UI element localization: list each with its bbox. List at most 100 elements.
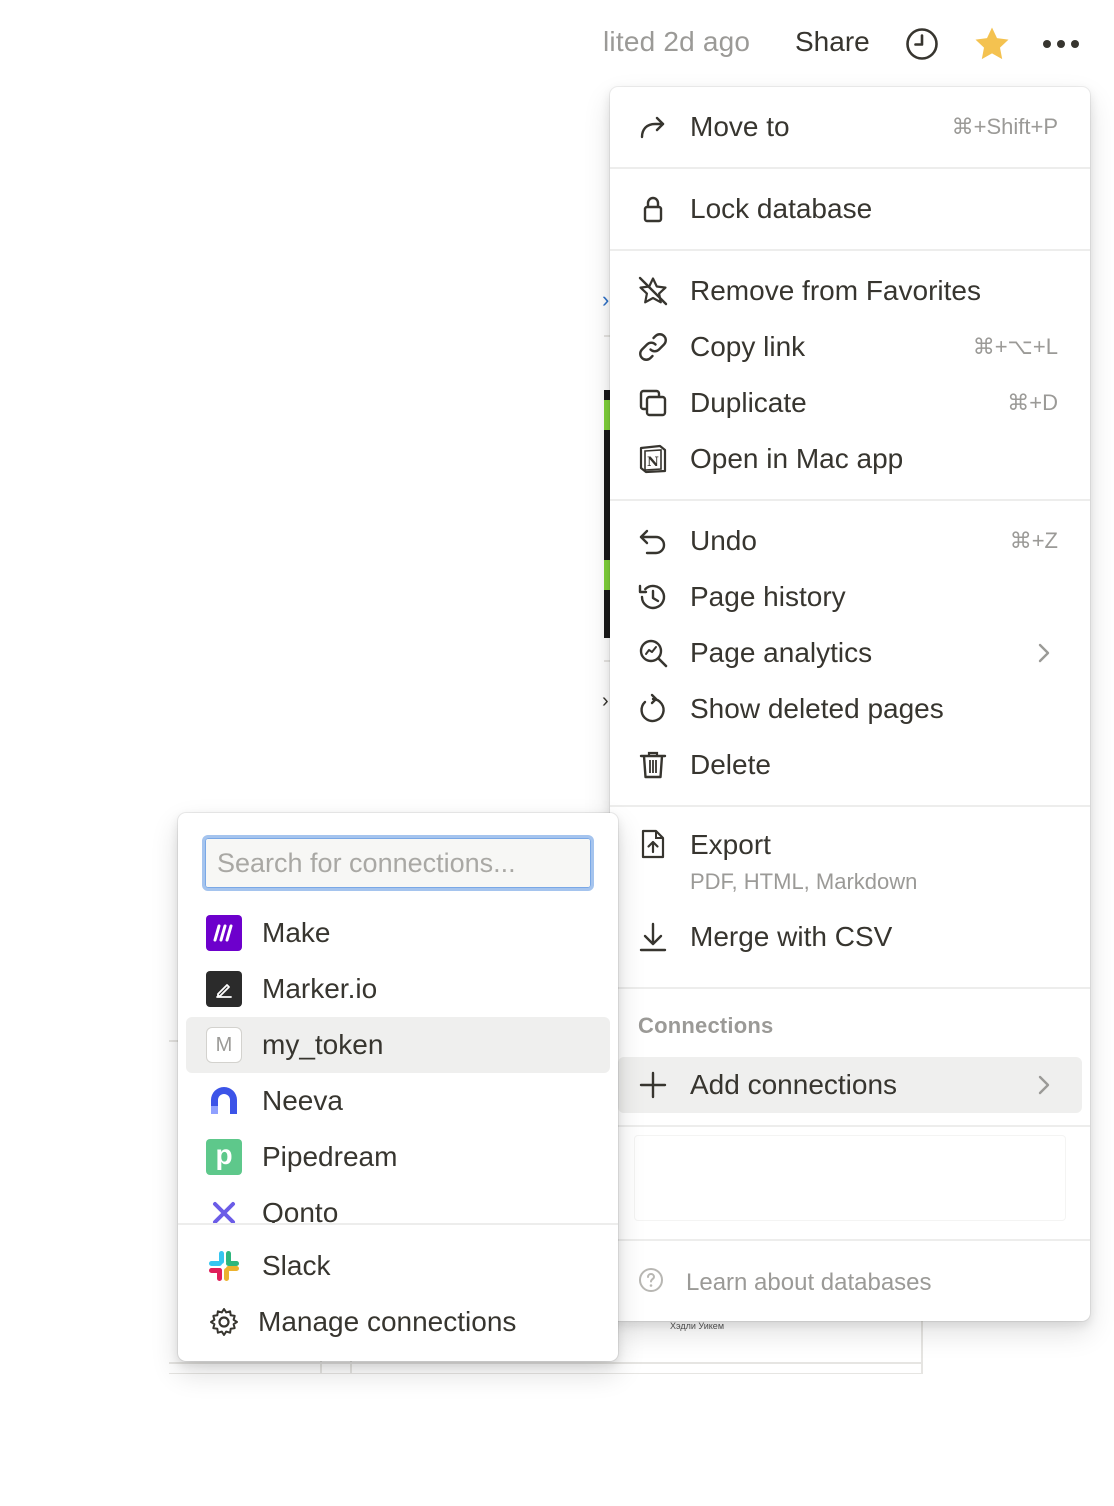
menu-item-page-history[interactable]: Page history [610,569,1090,625]
qonto-logo-icon [206,1195,242,1223]
letter-m-icon: M [206,1027,242,1063]
background-divider [921,1320,923,1374]
menu-item-duplicate[interactable]: Duplicate ⌘+D [610,375,1090,431]
connection-label: Qonto [262,1197,339,1223]
menu-item-label: Duplicate [690,387,807,418]
manage-connections-label: Manage connections [258,1306,517,1337]
pipedream-initial: p [215,1139,233,1170]
connections-section-header: Connections [638,1013,774,1038]
background-divider [350,1360,352,1374]
menu-item-label: Show deleted pages [690,693,944,724]
star-slash-icon [636,274,670,308]
menu-item-page-analytics[interactable]: Page analytics [610,625,1090,681]
menu-item-label: Copy link [690,331,806,362]
connections-search-field[interactable] [202,835,594,891]
menu-item-label: Merge with CSV [690,921,893,952]
menu-divider [610,805,1090,807]
connection-label: Neeva [262,1085,343,1116]
svg-text:N: N [647,455,659,470]
shortcut-label: ⌘+Z [1009,528,1058,553]
background-divider [169,1040,178,1042]
pipedream-logo-icon: p [206,1139,242,1175]
clock-icon[interactable] [902,24,942,64]
manage-connections-button[interactable]: Manage connections [186,1294,610,1350]
menu-item-label: Export [690,829,771,860]
connection-label: my_token [262,1029,384,1060]
menu-item-label: Lock database [690,193,873,224]
menu-divider [610,1239,1090,1241]
gear-icon [206,1304,242,1340]
menu-item-undo[interactable]: Undo ⌘+Z [610,513,1090,569]
lock-icon [636,192,670,226]
plus-icon [636,1068,670,1102]
background-divider [169,1362,923,1364]
link-icon [636,330,670,364]
background-divider [320,1360,322,1374]
search-input[interactable] [205,838,591,888]
menu-item-label: Delete [690,749,771,780]
menu-divider [610,249,1090,251]
menu-divider [610,1125,1090,1127]
download-arrow-icon [636,920,670,954]
chevron-right-icon [1034,1075,1054,1095]
trash-icon [636,748,670,782]
menu-item-label: Add connections [690,1069,898,1100]
connection-item-make[interactable]: Make [186,905,610,961]
menu-divider [610,167,1090,169]
learn-about-databases-link[interactable]: Learn about databases [638,1267,932,1298]
background-divider [169,1373,923,1374]
share-button[interactable]: Share [795,26,870,58]
connection-label: Marker.io [262,973,378,1004]
token-initial: M [215,1033,233,1056]
star-icon[interactable] [972,24,1012,64]
learn-label: Learn about databases [686,1268,932,1296]
menu-item-label: Undo [690,525,757,556]
connection-label: Make [262,917,331,948]
menu-item-show-deleted-pages[interactable]: Show deleted pages [610,681,1090,737]
connection-item-neeva[interactable]: Neeva [186,1073,610,1129]
page-options-menu: Move to ⌘+Shift+P Lock database Remove f… [610,87,1090,1321]
submenu-divider [178,1223,618,1225]
menu-item-remove-favorites[interactable]: Remove from Favorites [610,263,1090,319]
menu-item-label: Move to [690,111,790,142]
neeva-logo-icon [206,1083,242,1119]
duplicate-icon [636,386,670,420]
menu-item-export[interactable]: Export PDF, HTML, Markdown [610,817,1090,901]
more-horizontal-icon[interactable] [1041,24,1081,64]
connection-item-slack[interactable]: Slack [186,1238,610,1294]
connection-item-pipedream[interactable]: p Pipedream [186,1129,610,1185]
connections-list[interactable]: Make Marker.io M my_token Neeva p Pipedr… [178,905,618,1223]
background-page-fragment: Хэдли Уикем [670,1321,724,1331]
empty-panel [634,1135,1066,1221]
menu-item-move-to[interactable]: Move to ⌘+Shift+P [610,99,1090,155]
arrow-turn-right-icon [636,110,670,144]
background-page-fragment: › [602,287,610,312]
menu-item-lock-database[interactable]: Lock database [610,181,1090,237]
menu-item-open-mac-app[interactable]: N Open in Mac app [610,431,1090,487]
menu-item-label: Page history [690,581,846,612]
shortcut-label: ⌘+D [1007,390,1058,415]
slack-logo-icon [206,1248,242,1284]
background-page-fragment: › [602,690,609,712]
menu-divider [610,499,1090,501]
menu-item-label: Remove from Favorites [690,275,981,306]
menu-item-delete[interactable]: Delete [610,737,1090,793]
help-circle-icon [638,1267,664,1298]
history-icon [636,580,670,614]
connection-label: Pipedream [262,1141,398,1172]
export-file-icon [636,827,670,861]
connection-item-qonto[interactable]: Qonto [186,1185,610,1223]
undo-icon [636,524,670,558]
page-topbar: lited 2d ago Share [0,0,1114,88]
menu-item-merge-csv[interactable]: Merge with CSV [610,909,1090,965]
connection-item-marker-io[interactable]: Marker.io [186,961,610,1017]
analytics-search-icon [636,636,670,670]
connection-item-my-token[interactable]: M my_token [186,1017,610,1073]
last-edited-text: lited 2d ago [603,26,751,57]
connection-label: Slack [262,1250,331,1281]
export-formats-text: PDF, HTML, Markdown [690,869,918,894]
chevron-right-icon [1034,643,1054,663]
make-logo-icon [206,915,242,951]
menu-item-copy-link[interactable]: Copy link ⌘+⌥+L [610,319,1090,375]
menu-item-add-connections[interactable]: Add connections [618,1057,1082,1113]
